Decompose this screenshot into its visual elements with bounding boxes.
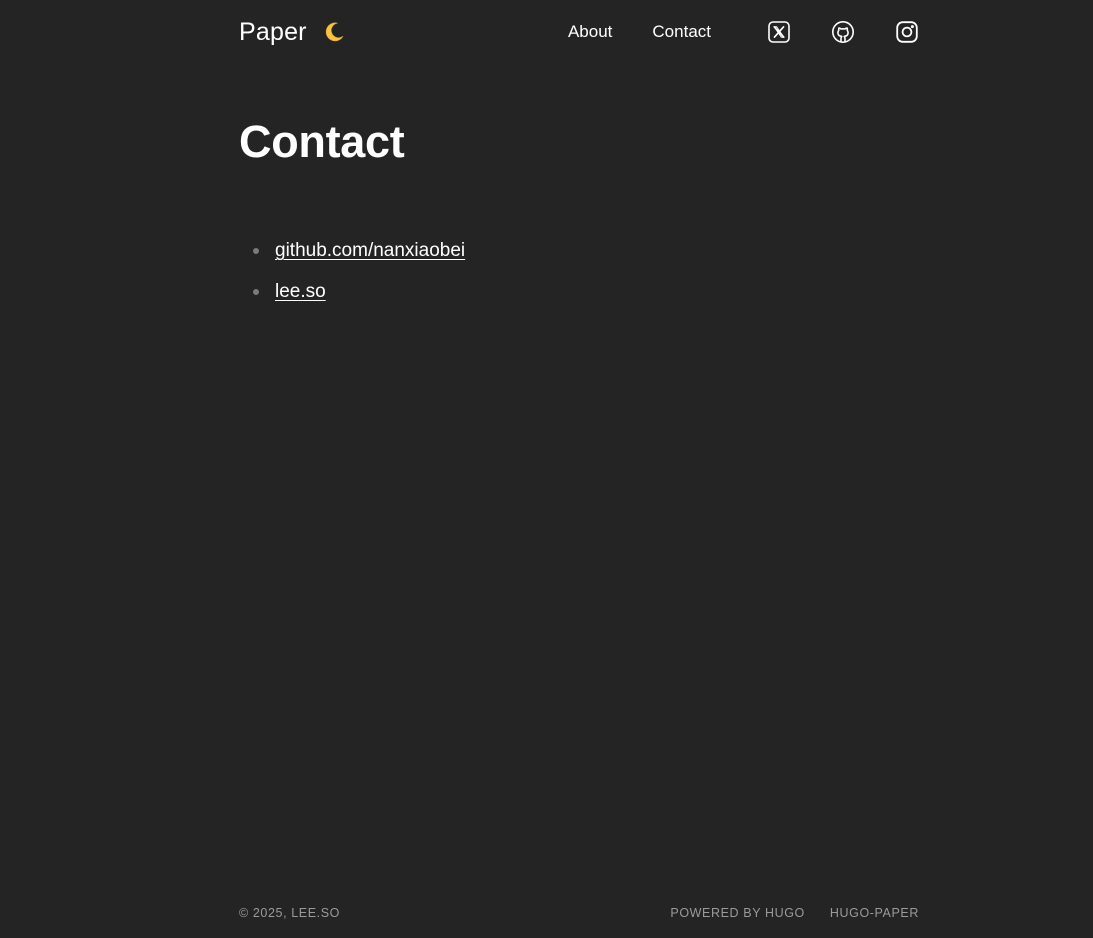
powered-by-hugo-link[interactable]: POWERED BY HUGO xyxy=(670,906,804,920)
website-link[interactable]: lee.so xyxy=(275,281,326,302)
x-twitter-icon[interactable] xyxy=(767,20,791,44)
site-footer: © 2025, LEE.SO POWERED BY HUGO HUGO-PAPE… xyxy=(239,906,919,920)
page-title: Contact xyxy=(239,116,405,167)
nav-contact-link[interactable]: Contact xyxy=(652,22,711,42)
github-icon[interactable] xyxy=(831,20,855,44)
github-profile-link[interactable]: github.com/nanxiaobei xyxy=(275,240,465,261)
contact-list: github.com/nanxiaobei lee.so xyxy=(239,236,465,318)
social-links xyxy=(767,20,919,44)
bullet-dot xyxy=(253,289,259,295)
footer-links: POWERED BY HUGO HUGO-PAPER xyxy=(670,906,919,920)
site-header: Paper About Contact xyxy=(239,0,919,64)
copyright-link[interactable]: © 2025, LEE.SO xyxy=(239,906,340,920)
instagram-icon[interactable] xyxy=(895,20,919,44)
page-container: Paper About Contact Contact github.com/n… xyxy=(239,0,919,938)
bullet-dot xyxy=(253,248,259,254)
primary-nav: About Contact xyxy=(568,22,711,42)
hugo-paper-link[interactable]: HUGO-PAPER xyxy=(830,906,919,920)
brand: Paper xyxy=(239,18,347,47)
nav-about-link[interactable]: About xyxy=(568,22,612,42)
site-title-link[interactable]: Paper xyxy=(239,18,307,47)
list-item: github.com/nanxiaobei xyxy=(239,236,465,277)
list-item: lee.so xyxy=(239,277,465,318)
moon-icon[interactable] xyxy=(321,19,347,45)
